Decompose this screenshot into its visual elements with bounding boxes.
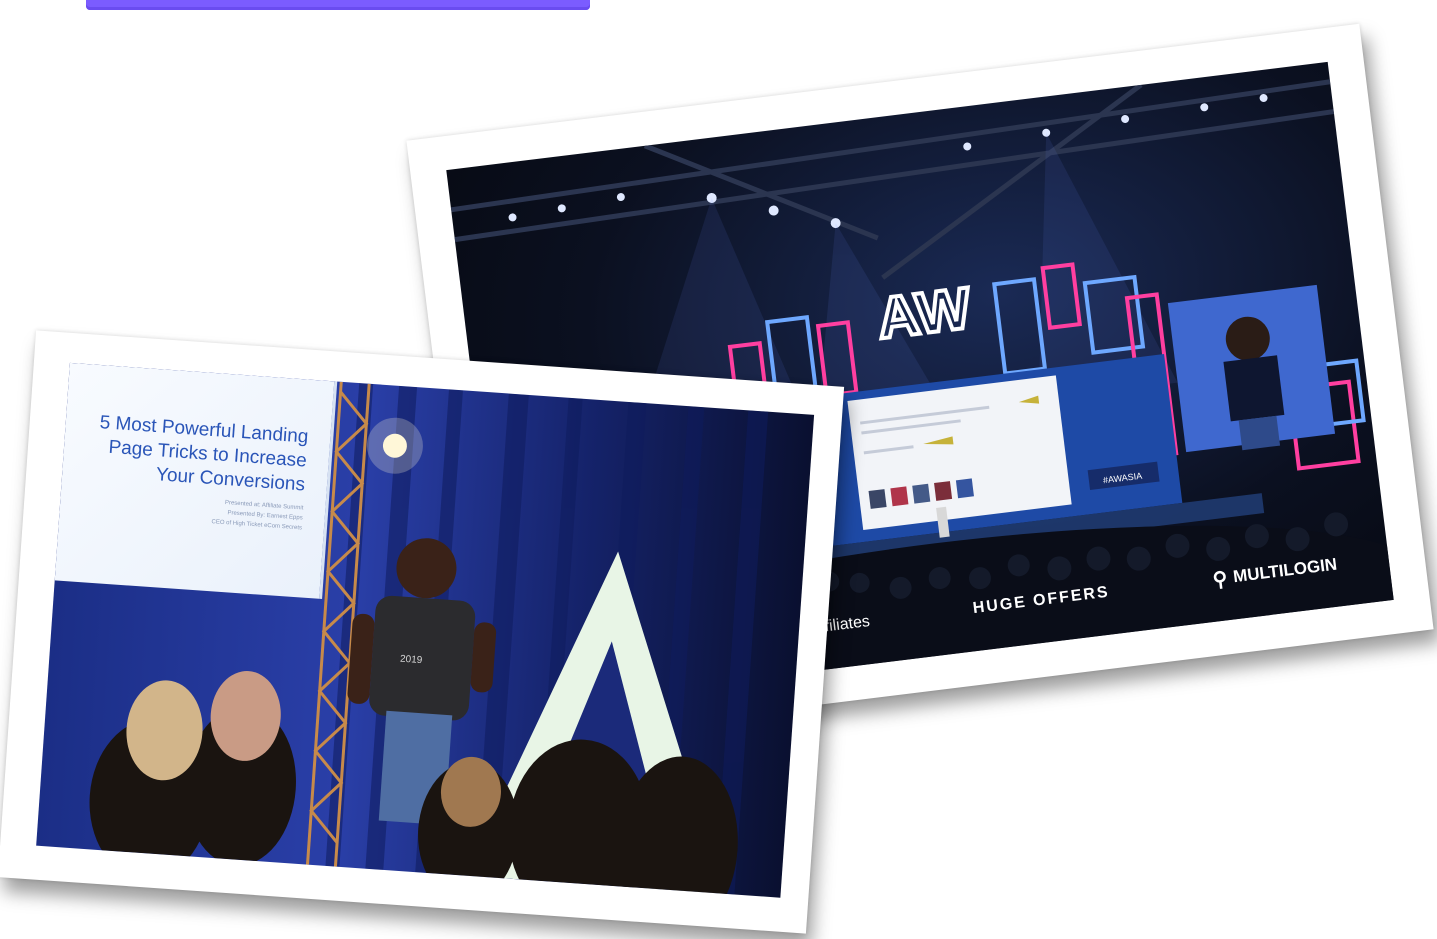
sponsor-huge-offers: HUGE OFFERS xyxy=(972,584,1111,619)
sponsor-multilogin-label: MULTILOGIN xyxy=(1232,554,1339,587)
slide-title: 5 Most Powerful Landing Page Tricks to I… xyxy=(98,412,310,496)
multilogin-logo-icon: ⚲ xyxy=(1211,567,1229,592)
speaker-photo: 2019 5 Most Powerful Landing Page Tricks… xyxy=(36,362,815,898)
slide-subtitle-block: Presented at: Affiliate Summit Presented… xyxy=(102,490,304,534)
shirt-text: 2019 xyxy=(400,654,423,667)
presentation-slide: 5 Most Powerful Landing Page Tricks to I… xyxy=(54,362,338,600)
stage-aw-logo: AW xyxy=(874,275,975,351)
speaker-photo-card: 2019 5 Most Powerful Landing Page Tricks… xyxy=(0,330,845,934)
sponsor-multilogin: ⚲ MULTILOGIN xyxy=(1211,552,1338,592)
top-purple-bar[interactable] xyxy=(86,0,590,10)
sponsor-huge-offers-label: HUGE OFFERS xyxy=(971,583,1111,618)
